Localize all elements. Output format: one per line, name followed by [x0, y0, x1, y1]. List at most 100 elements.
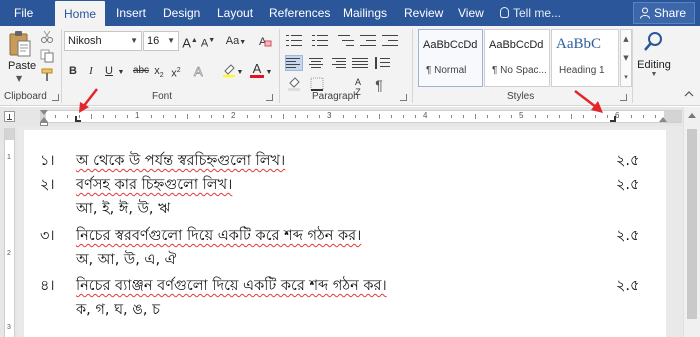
ruler-tick [571, 114, 572, 119]
ruler-tick [403, 115, 404, 118]
ruler-tick [379, 114, 380, 119]
more-styles-icon[interactable]: ▾ [621, 68, 631, 87]
tab-references[interactable]: References [269, 0, 330, 26]
scroll-up-icon[interactable] [688, 113, 696, 118]
align-center-icon[interactable] [308, 56, 324, 70]
paste-button[interactable]: Paste [8, 60, 36, 72]
style-normal[interactable]: AaBbCcDd ¶ Normal [418, 29, 483, 87]
first-line-indent-marker[interactable] [40, 110, 48, 115]
decrease-indent-icon[interactable] [360, 34, 376, 48]
line-spacing-icon[interactable] [374, 56, 390, 70]
style-no-spacing[interactable]: AaBbCcDd ¶ No Spac... [484, 29, 550, 87]
grow-font-button[interactable]: A▲ [182, 32, 198, 50]
font-launcher-icon[interactable] [266, 94, 273, 101]
paste-icon[interactable] [8, 30, 32, 58]
paragraph-launcher-icon[interactable] [400, 94, 407, 101]
font-color-button[interactable]: A [250, 60, 264, 78]
increase-indent-icon[interactable] [382, 34, 398, 48]
paste-dropdown-icon[interactable]: ▼ [16, 74, 22, 83]
group-separator [279, 29, 280, 103]
tab-selector-icon[interactable] [4, 111, 15, 122]
text-effects-icon[interactable]: A [193, 64, 207, 78]
format-painter-icon[interactable] [40, 68, 54, 82]
question-options: আ, ই, ঈ, উ, ঋ [76, 201, 171, 217]
ruler-tick [307, 115, 308, 118]
right-indent-marker[interactable] [659, 117, 667, 122]
font-color-dropdown-icon[interactable]: ▼ [265, 64, 273, 82]
tab-insert[interactable]: Insert [116, 0, 146, 26]
tab-layout[interactable]: Layout [217, 0, 253, 26]
question-text-span: অ থেকে উ পর্যন্ত স্বরচিহ্নগুলো লিখ। [76, 153, 286, 169]
ruler-tick [439, 115, 440, 118]
right-tab-stop[interactable] [610, 116, 616, 122]
highlight-dropdown-icon[interactable]: ▼ [236, 64, 244, 82]
collapse-ribbon-icon[interactable] [684, 90, 694, 98]
tab-home[interactable]: Home [55, 1, 106, 26]
clear-formatting-icon[interactable]: A [258, 34, 272, 48]
tab-view[interactable]: View [458, 0, 484, 26]
font-name-combo[interactable]: Nikosh ▼ [64, 31, 142, 51]
tell-me-text: Tell me... [513, 6, 562, 20]
bold-button[interactable]: B [66, 62, 80, 80]
align-right-icon[interactable] [330, 56, 346, 70]
clipboard-launcher-icon[interactable] [52, 94, 59, 101]
question-text: নিচের স্বরবর্ণগুলো দিয়ে একটি করে শব্দ গ… [76, 225, 361, 249]
ruler-tick [391, 115, 392, 118]
styles-launcher-icon[interactable] [620, 94, 627, 101]
sort-icon[interactable] [352, 56, 366, 70]
change-case-button[interactable]: Aa▼ [224, 32, 248, 50]
vertical-ruler[interactable]: 1 2 3 [4, 128, 15, 337]
left-tab-stop[interactable] [75, 116, 81, 122]
ruler-tick [127, 115, 128, 118]
ribbon: Paste ▼ Clipboard Nikosh ▼ 16 ▼ A▲ A▼ Aa▼ … [0, 26, 700, 106]
subscript-button[interactable]: x2 [153, 62, 165, 80]
grow-font-label: A [182, 35, 191, 51]
italic-button[interactable]: I [84, 62, 98, 80]
underline-button[interactable]: U [102, 62, 116, 80]
chevron-up-icon[interactable]: ▲ [621, 30, 631, 49]
cut-icon[interactable] [40, 30, 54, 44]
highlight-icon[interactable] [222, 63, 236, 77]
chevron-down-icon: ▼ [130, 36, 138, 45]
ruler-tick [451, 115, 452, 118]
superscript-button[interactable]: x2 [170, 62, 182, 80]
editing-button[interactable]: Editing ▼ [636, 30, 672, 90]
shrink-font-button[interactable]: A▼ [200, 32, 216, 50]
tab-mailings[interactable]: Mailings [343, 0, 387, 26]
style-name-label: ¶ Normal [426, 65, 467, 76]
styles-gallery-scroll[interactable]: ▲ ▼ ▾ [620, 29, 632, 87]
strikethrough-button[interactable]: abc [131, 62, 151, 80]
ruler-tick [55, 115, 56, 118]
underline-dropdown-icon[interactable]: ▼ [117, 64, 125, 82]
style-name-label: ¶ No Spac... [492, 65, 547, 76]
ruler-tick [463, 115, 464, 118]
ruler-number: 2 [7, 250, 11, 257]
shading-icon[interactable] [287, 77, 301, 91]
chevron-down-icon[interactable]: ▼ [621, 49, 631, 68]
tab-design[interactable]: Design [163, 0, 200, 26]
ruler-tick [247, 115, 248, 118]
question-mark: ২.৫ [616, 153, 640, 169]
tab-file[interactable]: File [14, 0, 33, 26]
align-left-icon[interactable] [285, 55, 303, 71]
copy-icon[interactable] [40, 49, 54, 63]
ruler-tick [163, 115, 164, 118]
multilevel-list-icon[interactable] [338, 34, 354, 48]
style-heading-1[interactable]: AaBbC Heading 1 [551, 29, 619, 87]
bullets-icon[interactable] [286, 34, 302, 48]
ruler-tick [91, 114, 92, 119]
question-number: ৩। [40, 228, 55, 244]
borders-icon[interactable] [310, 77, 324, 91]
document-page[interactable]: ১। অ থেকে উ পর্যন্ত স্বরচিহ্নগুলো লিখ। ২… [24, 130, 666, 337]
font-size-combo[interactable]: 16 ▼ [143, 31, 179, 51]
vertical-scrollbar[interactable] [683, 107, 700, 337]
ruler-tick [475, 114, 476, 119]
scrollbar-thumb[interactable] [687, 129, 697, 319]
tab-review[interactable]: Review [404, 0, 443, 26]
show-formatting-button[interactable]: ¶ [372, 76, 386, 94]
numbering-icon[interactable] [312, 34, 328, 48]
ruler-tick [223, 115, 224, 118]
horizontal-ruler[interactable]: 1 2 3 4 5 6 [40, 110, 682, 123]
tell-me-search[interactable]: Tell me... [500, 0, 561, 26]
share-button[interactable]: Share [633, 2, 695, 24]
